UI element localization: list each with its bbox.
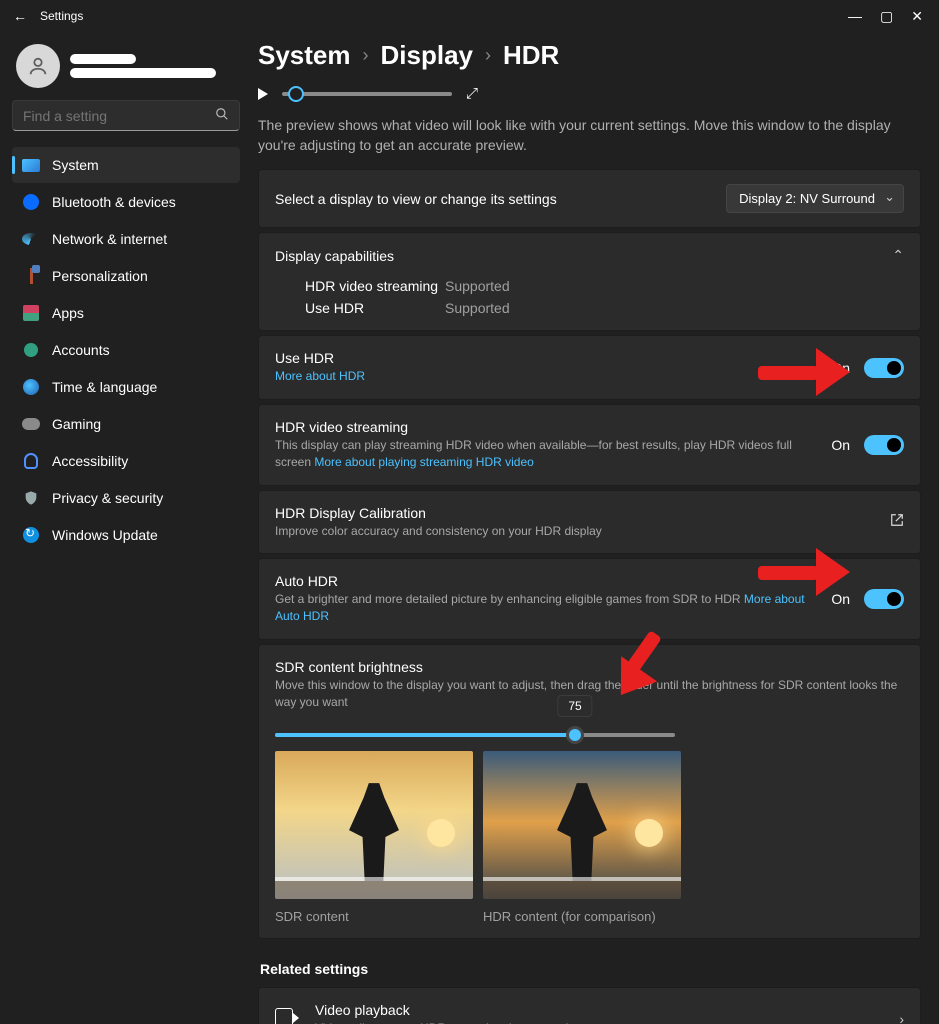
- seek-slider[interactable]: [282, 92, 452, 96]
- sidebar-item-bluetooth[interactable]: Bluetooth & devices: [12, 184, 240, 220]
- auto-hdr-toggle[interactable]: [864, 589, 904, 609]
- display-select-card: Select a display to view or change its s…: [258, 169, 921, 228]
- shield-icon: [22, 489, 40, 507]
- user-profile[interactable]: [16, 44, 236, 88]
- video-playback-title: Video playback: [315, 1002, 588, 1018]
- chevron-up-icon: ⌃: [892, 247, 904, 264]
- use-hdr-title: Use HDR: [275, 350, 365, 366]
- brush-icon: [22, 267, 40, 285]
- capabilities-card[interactable]: Display capabilities ⌃ HDR video streami…: [258, 232, 921, 331]
- close-button[interactable]: ✕: [911, 8, 923, 25]
- slider-value: 75: [557, 695, 592, 717]
- calibration-title: HDR Display Calibration: [275, 505, 602, 521]
- hdr-streaming-card: HDR video streaming This display can pla…: [258, 404, 921, 486]
- capabilities-title: Display capabilities: [275, 248, 394, 264]
- use-hdr-card: Use HDR More about HDR On: [258, 335, 921, 400]
- sidebar-item-system[interactable]: System: [12, 147, 240, 183]
- sidebar-item-label: Privacy & security: [52, 490, 163, 506]
- sidebar-item-label: Time & language: [52, 379, 157, 395]
- breadcrumb: System › Display › HDR: [258, 40, 921, 71]
- display-select-label: Select a display to view or change its s…: [275, 191, 557, 207]
- sidebar-item-label: Gaming: [52, 416, 101, 432]
- cap-key: Use HDR: [305, 300, 445, 316]
- accessibility-icon: [22, 452, 40, 470]
- chevron-right-icon: ›: [899, 1011, 904, 1024]
- chevron-right-icon: ›: [363, 45, 369, 66]
- breadcrumb-display[interactable]: Display: [381, 40, 474, 71]
- breadcrumb-system[interactable]: System: [258, 40, 351, 71]
- expand-icon[interactable]: ⤢: [466, 85, 478, 102]
- calibration-desc: Improve color accuracy and consistency o…: [275, 523, 602, 540]
- sidebar-item-label: Windows Update: [52, 527, 158, 543]
- sidebar-item-gaming[interactable]: Gaming: [12, 406, 240, 442]
- globe-icon: [22, 378, 40, 396]
- chevron-right-icon: ›: [485, 45, 491, 66]
- sidebar-item-label: System: [52, 157, 99, 173]
- sidebar-item-label: Accounts: [52, 342, 110, 358]
- system-icon: [22, 156, 40, 174]
- sidebar-item-network[interactable]: Network & internet: [12, 221, 240, 257]
- wifi-icon: [22, 230, 40, 248]
- display-select-dropdown[interactable]: Display 2: NV Surround: [726, 184, 904, 213]
- minimize-button[interactable]: —: [848, 8, 862, 25]
- maximize-button[interactable]: ▢: [880, 8, 893, 25]
- video-icon: [275, 1010, 293, 1024]
- hdr-preview-image: [483, 751, 681, 899]
- cap-val: Supported: [445, 278, 904, 294]
- sdr-preview-image: [275, 751, 473, 899]
- sidebar-item-label: Bluetooth & devices: [52, 194, 176, 210]
- video-playback-desc: Video adjustments, HDR streaming, batter…: [315, 1020, 588, 1024]
- sidebar-item-update[interactable]: Windows Update: [12, 517, 240, 553]
- sdr-brightness-card: SDR content brightness Move this window …: [258, 644, 921, 939]
- back-button[interactable]: ←: [8, 8, 32, 24]
- preview-description: The preview shows what video will look l…: [258, 116, 921, 155]
- update-icon: [22, 526, 40, 544]
- open-external-icon: [890, 513, 904, 530]
- use-hdr-toggle[interactable]: [864, 358, 904, 378]
- sidebar-item-personalization[interactable]: Personalization: [12, 258, 240, 294]
- sidebar-item-label: Network & internet: [52, 231, 167, 247]
- accounts-icon: [22, 341, 40, 359]
- sidebar-item-apps[interactable]: Apps: [12, 295, 240, 331]
- toggle-state: On: [831, 437, 850, 453]
- search-input[interactable]: [12, 100, 240, 131]
- sidebar-item-privacy[interactable]: Privacy & security: [12, 480, 240, 516]
- more-about-hdr-link[interactable]: More about HDR: [275, 368, 365, 385]
- play-button[interactable]: [258, 88, 268, 100]
- auto-hdr-title: Auto HDR: [275, 573, 815, 589]
- toggle-state: On: [831, 591, 850, 607]
- hdr-streaming-toggle[interactable]: [864, 435, 904, 455]
- search-icon: [215, 107, 229, 124]
- apps-icon: [22, 304, 40, 322]
- hdr-streaming-title: HDR video streaming: [275, 419, 815, 435]
- related-heading: Related settings: [260, 961, 921, 977]
- gamepad-icon: [22, 415, 40, 433]
- toggle-state: On: [831, 360, 850, 376]
- sidebar-item-label: Personalization: [52, 268, 148, 284]
- bluetooth-icon: [22, 193, 40, 211]
- sdr-caption: SDR content: [275, 909, 473, 924]
- auto-hdr-card: Auto HDR Get a brighter and more detaile…: [258, 558, 921, 640]
- breadcrumb-current: HDR: [503, 40, 559, 71]
- cap-val: Supported: [445, 300, 904, 316]
- sidebar-item-label: Accessibility: [52, 453, 128, 469]
- sidebar-item-accounts[interactable]: Accounts: [12, 332, 240, 368]
- hdr-caption: HDR content (for comparison): [483, 909, 681, 924]
- avatar: [16, 44, 60, 88]
- sidebar-item-accessibility[interactable]: Accessibility: [12, 443, 240, 479]
- brightness-slider[interactable]: 75: [275, 733, 675, 737]
- sidebar-item-label: Apps: [52, 305, 84, 321]
- video-playback-card[interactable]: Video playback Video adjustments, HDR st…: [258, 987, 921, 1024]
- calibration-card[interactable]: HDR Display Calibration Improve color ac…: [258, 490, 921, 555]
- sdr-brightness-title: SDR content brightness: [275, 659, 904, 675]
- streaming-hdr-link[interactable]: More about playing streaming HDR video: [314, 455, 533, 469]
- sidebar-item-time[interactable]: Time & language: [12, 369, 240, 405]
- cap-key: HDR video streaming: [305, 278, 445, 294]
- window-title: Settings: [40, 9, 83, 23]
